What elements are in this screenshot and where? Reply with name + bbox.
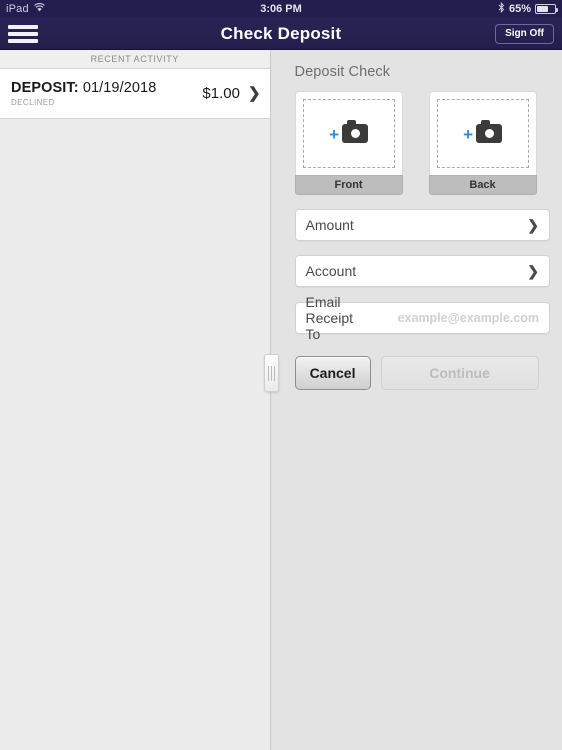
cancel-button[interactable]: Cancel [294, 356, 371, 390]
capture-front-label: Front [294, 175, 403, 195]
split-view: RECENT ACTIVITY DEPOSIT: 01/19/2018 DECL… [0, 50, 562, 750]
split-view-drag-handle[interactable] [263, 354, 279, 392]
master-panel: RECENT ACTIVITY DEPOSIT: 01/19/2018 DECL… [0, 50, 271, 750]
action-button-group: Cancel Continue [294, 356, 550, 390]
check-capture-group: + Front + Back [294, 91, 550, 195]
capture-back-button[interactable]: + Back [428, 91, 537, 195]
navigation-bar: Check Deposit Sign Off [0, 18, 562, 50]
chevron-right-icon: ❯ [527, 216, 539, 233]
capture-front-dashed-area: + [302, 99, 395, 168]
bluetooth-icon [498, 1, 505, 16]
status-bar-left: iPad [6, 3, 45, 15]
battery-percent-label: 65% [508, 3, 531, 15]
email-receipt-input[interactable] [365, 311, 539, 325]
account-field-label: Account [305, 263, 357, 279]
status-badge: DECLINED [11, 98, 55, 107]
battery-icon [535, 4, 558, 14]
camera-icon [342, 120, 368, 143]
status-bar-clock: 3:06 PM [260, 3, 302, 15]
capture-back-preview[interactable]: + [428, 91, 537, 175]
wifi-icon [34, 3, 45, 15]
hamburger-menu-icon[interactable] [8, 24, 38, 43]
status-bar: iPad 3:06 PM 65% [0, 0, 562, 18]
capture-front-button[interactable]: + Front [294, 91, 403, 195]
recent-activity-header: RECENT ACTIVITY [0, 50, 270, 69]
capture-front-preview[interactable]: + [294, 91, 403, 175]
detail-panel: Deposit Check + Front + Back Amount ❯ Ac… [263, 50, 562, 750]
email-receipt-field[interactable]: Email Receipt To [294, 294, 550, 342]
page-title: Check Deposit [220, 23, 342, 43]
capture-back-dashed-area: + [436, 99, 529, 168]
activity-type-label: DEPOSIT: [11, 80, 79, 96]
status-bar-right: 65% [498, 1, 558, 16]
email-receipt-label: Email Receipt To [305, 294, 353, 342]
continue-button: Continue [380, 356, 539, 390]
chevron-right-icon: ❯ [247, 85, 261, 102]
camera-icon [476, 120, 502, 143]
amount-field[interactable]: Amount ❯ [294, 209, 550, 241]
sign-off-button[interactable]: Sign Off [495, 23, 554, 44]
list-item[interactable]: DEPOSIT: 01/19/2018 DECLINED $1.00 ❯ [0, 69, 270, 119]
activity-amount: $1.00 [202, 85, 240, 102]
activity-date: 01/19/2018 [82, 80, 157, 96]
plus-icon: + [463, 124, 473, 144]
activity-title: DEPOSIT: 01/19/2018 [11, 80, 202, 96]
deposit-check-heading: Deposit Check [294, 64, 391, 80]
device-name: iPad [6, 3, 29, 15]
amount-field-label: Amount [305, 217, 354, 233]
capture-back-label: Back [428, 175, 537, 195]
chevron-right-icon: ❯ [527, 262, 539, 279]
plus-icon: + [329, 124, 339, 144]
account-field[interactable]: Account ❯ [294, 255, 550, 287]
activity-text-group: DEPOSIT: 01/19/2018 DECLINED [11, 80, 202, 107]
